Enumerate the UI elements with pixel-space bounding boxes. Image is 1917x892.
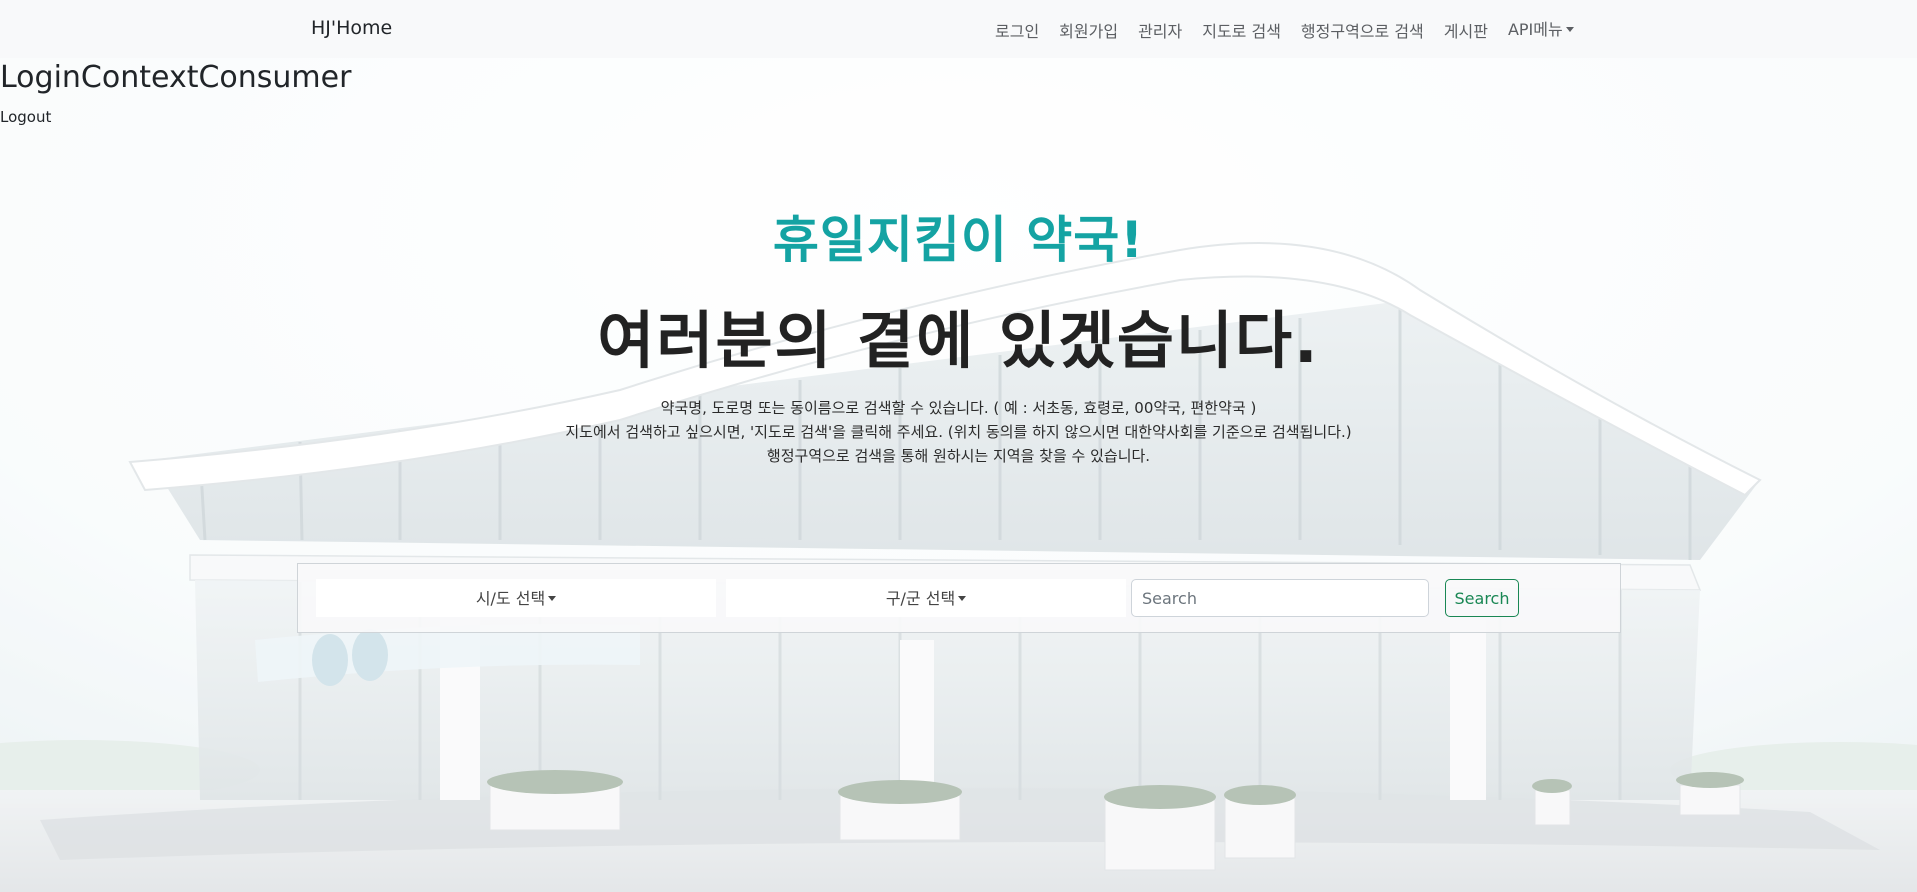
nav-link-admin[interactable]: 관리자 [1128,18,1192,42]
gugun-select-dropdown[interactable]: 구/군 선택 [726,579,1126,617]
gugun-select-label: 구/군 선택 [885,589,956,608]
api-menu-label: API메뉴 [1507,20,1563,39]
top-navbar: HJ'Home 로그인 회원가입 관리자 지도로 검색 행정구역으로 검색 게시… [0,0,1917,58]
nav-link-board[interactable]: 게시판 [1434,18,1498,42]
login-context-heading: LoginContextConsumer [0,60,352,95]
hero-description-line: 지도에서 검색하고 싶으시면, '지도로 검색'을 클릭해 주세요. (위치 동… [565,423,1352,441]
nav-dropdown-api-menu[interactable]: API메뉴 [1498,16,1584,42]
search-input[interactable] [1131,579,1429,617]
hero-description-line: 행정구역으로 검색을 통해 원하시는 지역을 찾을 수 있습니다. [766,447,1151,465]
sido-select-dropdown[interactable]: 시/도 선택 [316,579,716,617]
hero-subtitle: 여러분의 곁에 있겠습니다. [597,304,1320,377]
nav-link-signup[interactable]: 회원가입 [1049,18,1128,42]
search-panel: 시/도 선택 구/군 선택 Search [297,563,1621,633]
nav-link-region-search[interactable]: 행정구역으로 검색 [1291,18,1434,42]
caret-down-icon [1565,27,1574,32]
sido-select-label: 시/도 선택 [475,589,546,608]
search-button[interactable]: Search [1445,579,1519,617]
nav-link-login[interactable]: 로그인 [985,18,1049,42]
brand-home-link[interactable]: HJ'Home [311,17,392,39]
caret-down-icon [548,596,557,601]
hero-description-line: 약국명, 도로명 또는 동이름으로 검색할 수 있습니다. ( 예 : 서초동,… [660,399,1257,417]
nav-link-map-search[interactable]: 지도로 검색 [1192,18,1291,42]
nav-links: 로그인 회원가입 관리자 지도로 검색 행정구역으로 검색 게시판 API메뉴 [985,18,1584,42]
caret-down-icon [958,596,967,601]
hero-title: 휴일지킴이 약국! [772,211,1145,269]
logout-link[interactable]: Logout [0,108,51,126]
